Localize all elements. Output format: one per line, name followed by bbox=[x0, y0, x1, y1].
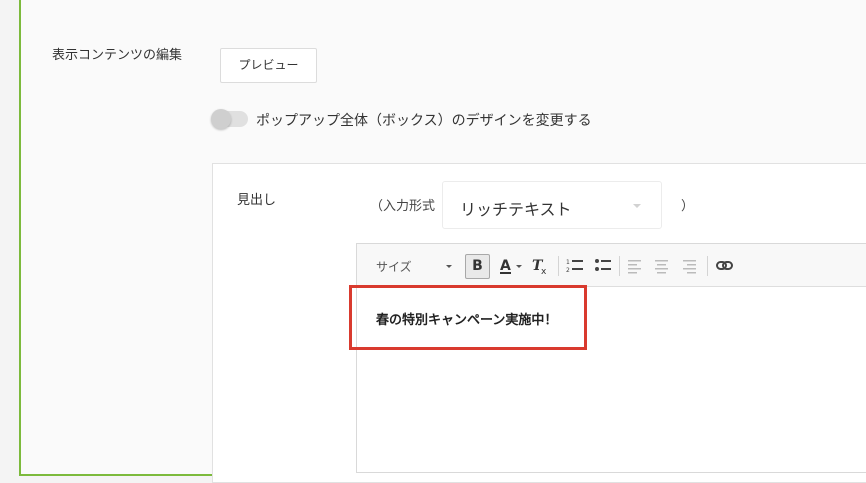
toolbar-separator bbox=[558, 256, 559, 276]
align-left-button[interactable] bbox=[626, 255, 644, 276]
input-format-label: （入力形式 bbox=[370, 199, 436, 214]
link-button[interactable] bbox=[714, 255, 736, 276]
align-left-icon bbox=[628, 260, 641, 274]
highlight-box bbox=[349, 285, 587, 350]
svg-text:2: 2 bbox=[566, 267, 570, 274]
rich-text-editor: サイズ B A T x 1 2 bbox=[356, 243, 866, 473]
link-icon bbox=[716, 261, 733, 270]
numbered-list-icon: 1 2 bbox=[566, 259, 583, 274]
editor-toolbar: サイズ B A T x 1 2 bbox=[357, 244, 866, 287]
preview-button[interactable]: プレビュー bbox=[220, 48, 317, 83]
toggle-knob bbox=[211, 109, 231, 129]
remove-format-button[interactable]: T x bbox=[529, 255, 551, 277]
input-format-select-value: リッチテキスト bbox=[460, 200, 572, 219]
text-color-button[interactable]: A bbox=[497, 255, 525, 276]
bold-button[interactable]: B bbox=[465, 254, 490, 279]
numbered-list-button[interactable]: 1 2 bbox=[565, 255, 585, 276]
remove-format-icon: T x bbox=[532, 258, 547, 277]
font-size-label: サイズ bbox=[376, 260, 412, 274]
toolbar-separator bbox=[619, 256, 620, 276]
align-right-icon bbox=[683, 260, 696, 274]
font-size-dropdown[interactable]: サイズ bbox=[367, 255, 457, 276]
bulleted-list-icon bbox=[595, 259, 611, 271]
svg-text:x: x bbox=[541, 267, 547, 276]
heading-field-label: 見出し bbox=[237, 193, 277, 208]
caret-down-icon bbox=[446, 265, 452, 268]
input-format-select[interactable]: リッチテキスト bbox=[442, 181, 662, 229]
toolbar-separator bbox=[707, 256, 708, 276]
svg-text:1: 1 bbox=[566, 259, 570, 266]
design-toggle[interactable] bbox=[211, 109, 248, 129]
text-color-icon: A bbox=[500, 258, 522, 274]
design-toggle-label: ポップアップ全体（ボックス）のデザインを変更する bbox=[256, 113, 592, 129]
align-right-button[interactable] bbox=[681, 255, 699, 276]
section-label: 表示コンテンツの編集 bbox=[52, 48, 183, 63]
text-color-letter: A bbox=[500, 258, 511, 274]
bulleted-list-button[interactable] bbox=[593, 255, 613, 276]
align-center-icon bbox=[655, 260, 668, 274]
align-center-button[interactable] bbox=[653, 255, 671, 276]
input-format-close-paren: ） bbox=[681, 199, 695, 214]
chevron-down-icon bbox=[633, 204, 641, 208]
